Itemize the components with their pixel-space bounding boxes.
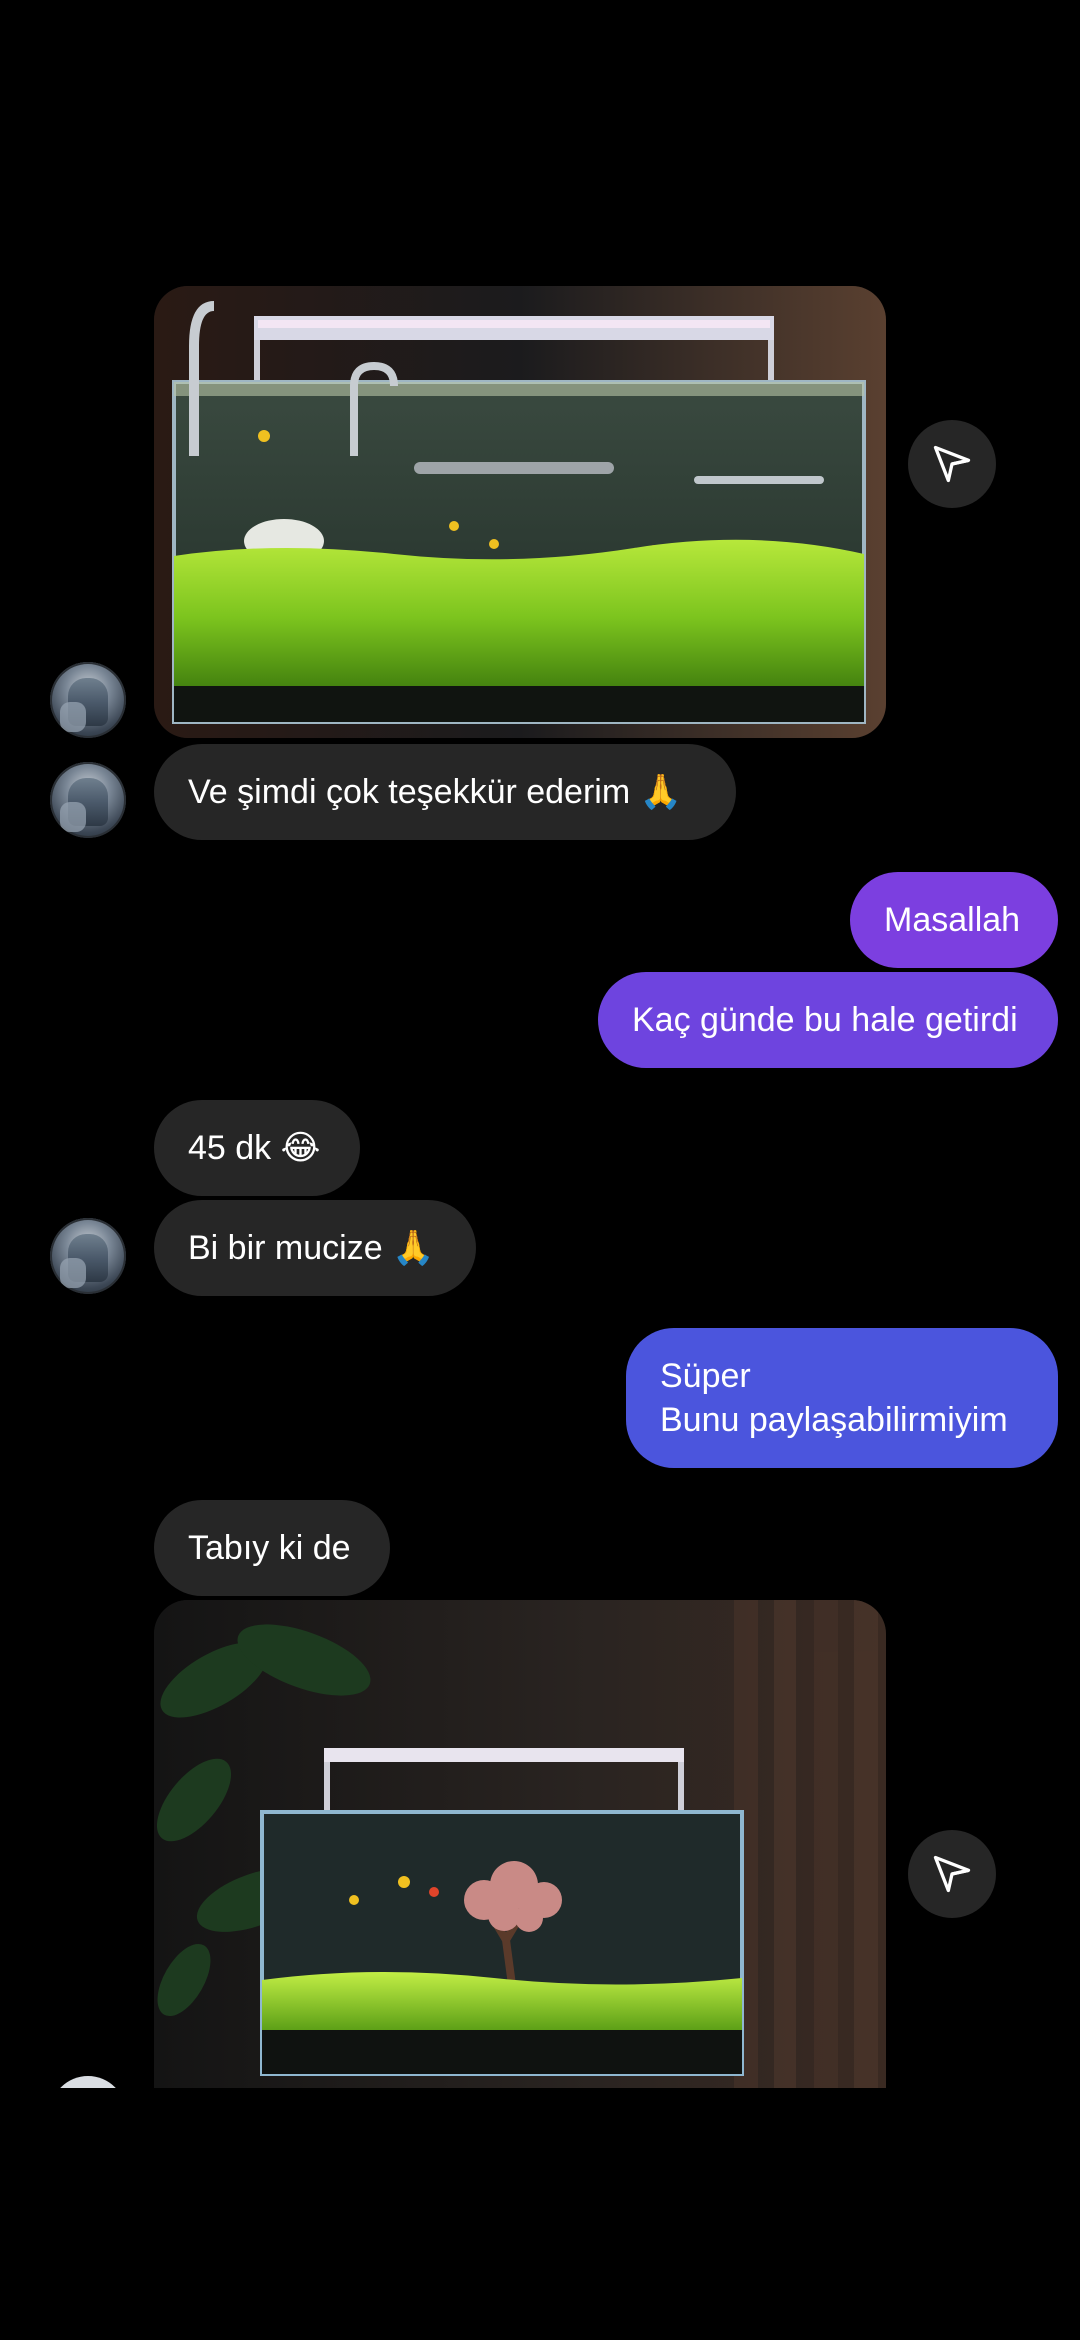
message-bubble-incoming[interactable]: Bi bir mucize 🙏 <box>154 1200 476 1296</box>
contact-avatar[interactable] <box>50 1218 126 1294</box>
contact-avatar[interactable] <box>50 662 126 738</box>
message-bubble-incoming[interactable]: Tabıy ki de <box>154 1500 390 1596</box>
aquarium-photo-1 <box>154 286 886 738</box>
contact-avatar-partial <box>50 2076 126 2088</box>
message-bubble-incoming[interactable]: 45 dk 😂 <box>154 1100 360 1196</box>
paper-plane-icon <box>933 1855 971 1893</box>
aquarium-photo-2 <box>154 1600 886 2088</box>
contact-avatar[interactable] <box>50 762 126 838</box>
share-button-2[interactable] <box>908 1830 996 1918</box>
paper-plane-icon <box>933 445 971 483</box>
message-bubble-outgoing[interactable]: Süper Bunu paylaşabilirmiyim <box>626 1328 1058 1468</box>
image-message-aquarium-2[interactable] <box>154 1600 886 2088</box>
share-button-1[interactable] <box>908 420 996 508</box>
message-bubble-outgoing[interactable]: Kaç günde bu hale getirdi <box>598 972 1058 1068</box>
image-message-aquarium-1[interactable] <box>154 286 886 738</box>
message-bubble-outgoing[interactable]: Masallah <box>850 872 1058 968</box>
message-bubble-incoming[interactable]: Ve şimdi çok teşekkür ederim 🙏 <box>154 744 736 840</box>
